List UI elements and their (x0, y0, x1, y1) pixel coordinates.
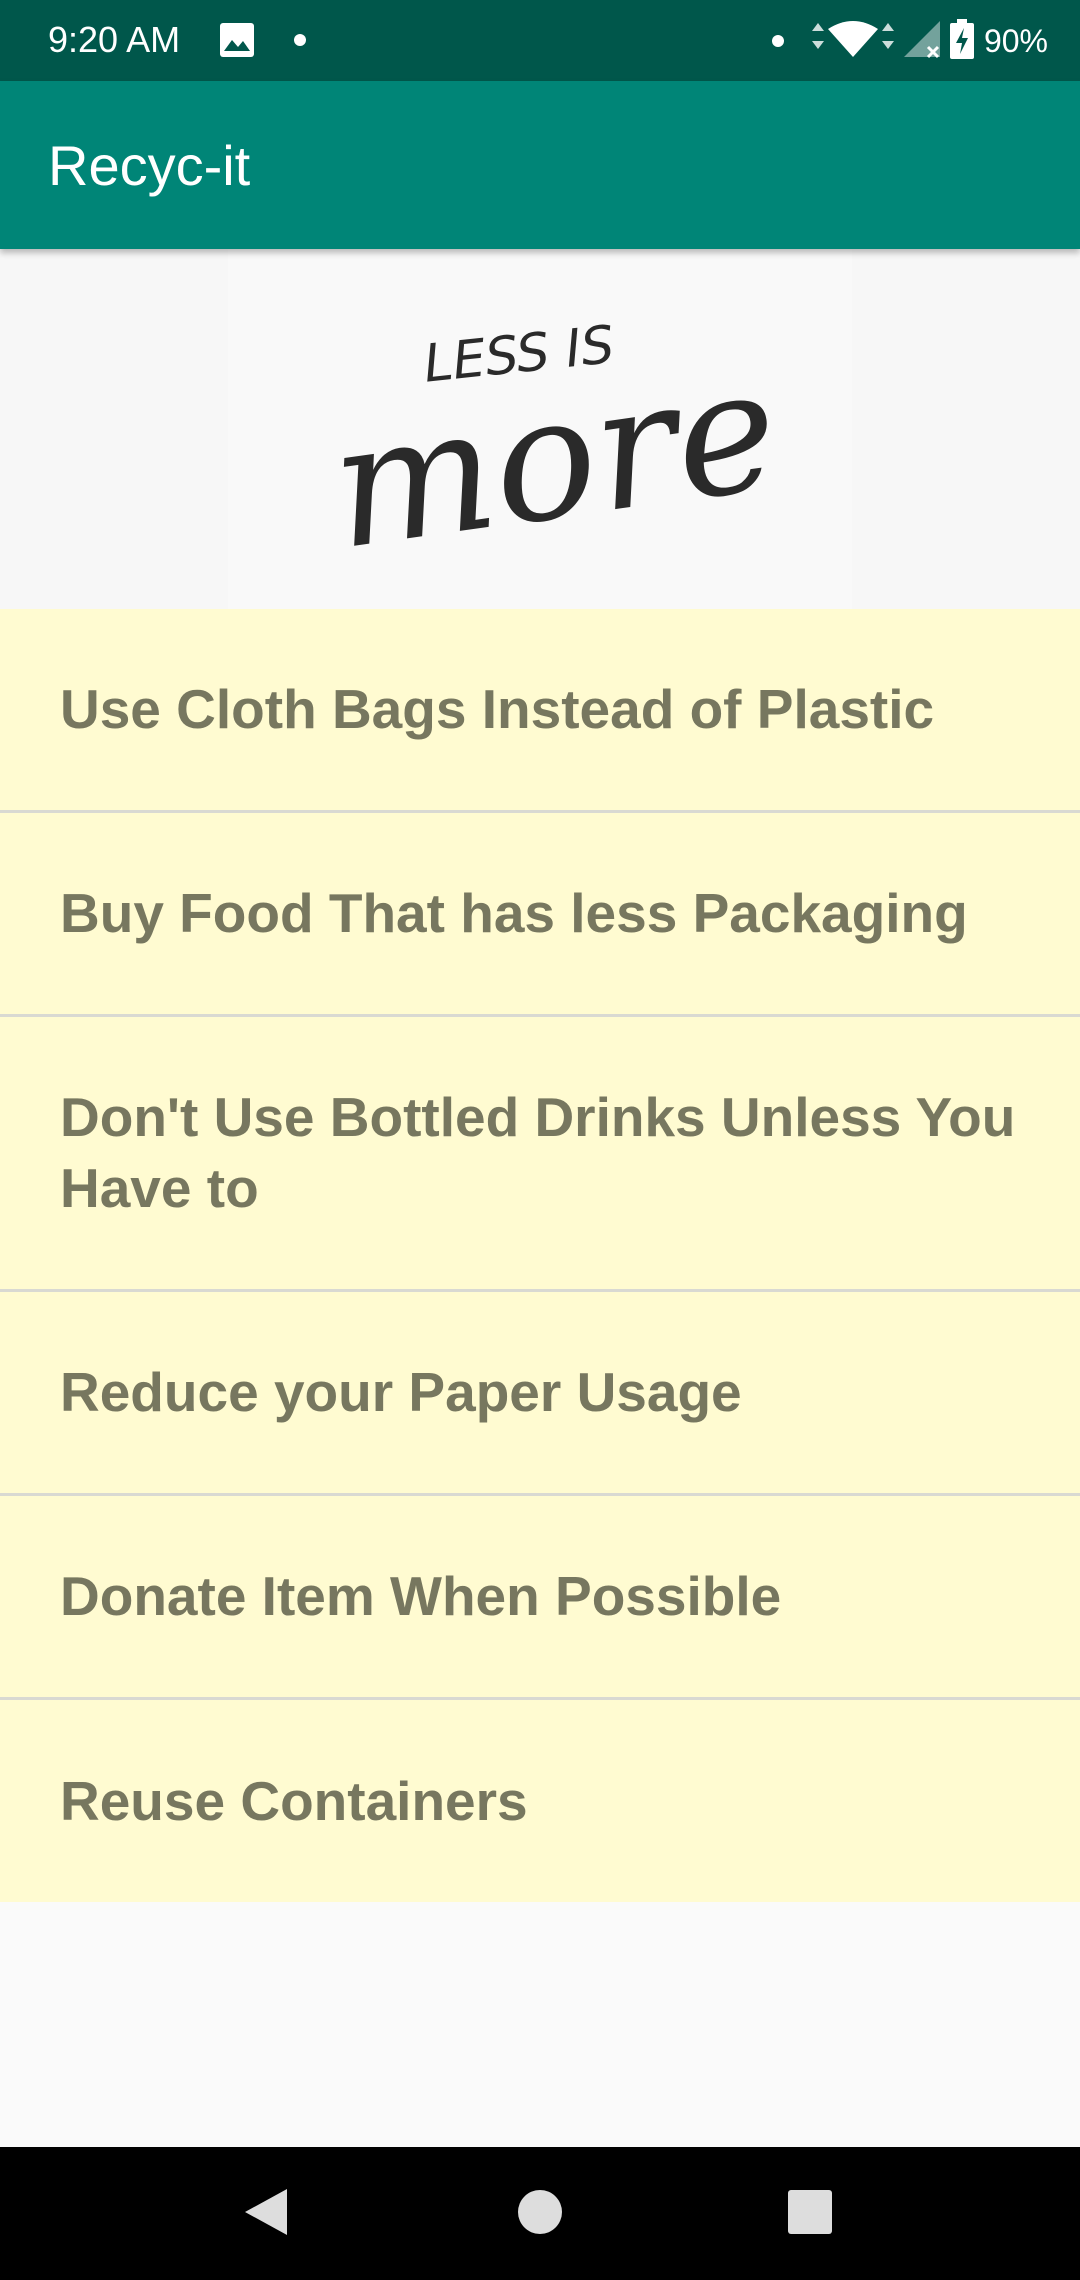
less-is-more-image: LESS IS more (228, 249, 852, 609)
status-icons: 90% (771, 14, 1048, 68)
tips-list: Use Cloth Bags Instead of Plastic Buy Fo… (0, 609, 1080, 1902)
notification-dot-icon (771, 35, 784, 47)
app-title: Recyc-it (48, 134, 251, 197)
recents-button[interactable] (740, 2147, 880, 2280)
home-button[interactable] (470, 2147, 610, 2280)
banner: LESS IS more (0, 249, 1080, 609)
gallery-icon (219, 22, 255, 63)
list-item-label: Don't Use Bottled Drinks Unless You Have… (60, 1086, 1016, 1219)
list-item[interactable]: Don't Use Bottled Drinks Unless You Have… (0, 1017, 1080, 1292)
list-item-label: Use Cloth Bags Instead of Plastic (60, 678, 935, 740)
home-icon (517, 2189, 563, 2239)
status-time: 9:20 AM (48, 19, 181, 60)
back-button[interactable] (196, 2147, 336, 2280)
status-bar: 9:20 AM 90% (0, 0, 1080, 81)
back-icon (243, 2187, 289, 2241)
list-item[interactable]: Buy Food That has less Packaging (0, 813, 1080, 1017)
list-item-label: Reduce your Paper Usage (60, 1361, 742, 1423)
battery-percent: 90% (983, 22, 1048, 59)
list-item-label: Buy Food That has less Packaging (60, 882, 968, 944)
signal-icon (902, 19, 942, 64)
list-item-label: Reuse Containers (60, 1769, 528, 1832)
list-item[interactable]: Use Cloth Bags Instead of Plastic (0, 609, 1080, 813)
navigation-bar (0, 2147, 1080, 2280)
recents-icon (787, 2189, 833, 2239)
list-item[interactable]: Reduce your Paper Usage (0, 1292, 1080, 1496)
app-bar: Recyc-it (0, 81, 1080, 249)
list-item[interactable]: Reuse Containers (0, 1700, 1080, 1902)
list-item[interactable]: Donate Item When Possible (0, 1496, 1080, 1700)
wifi-icon (810, 19, 896, 64)
battery-icon (949, 18, 974, 64)
banner-lettering-main: more (320, 330, 789, 588)
list-item-label: Donate Item When Possible (60, 1565, 782, 1627)
notification-dot-icon (294, 34, 306, 46)
